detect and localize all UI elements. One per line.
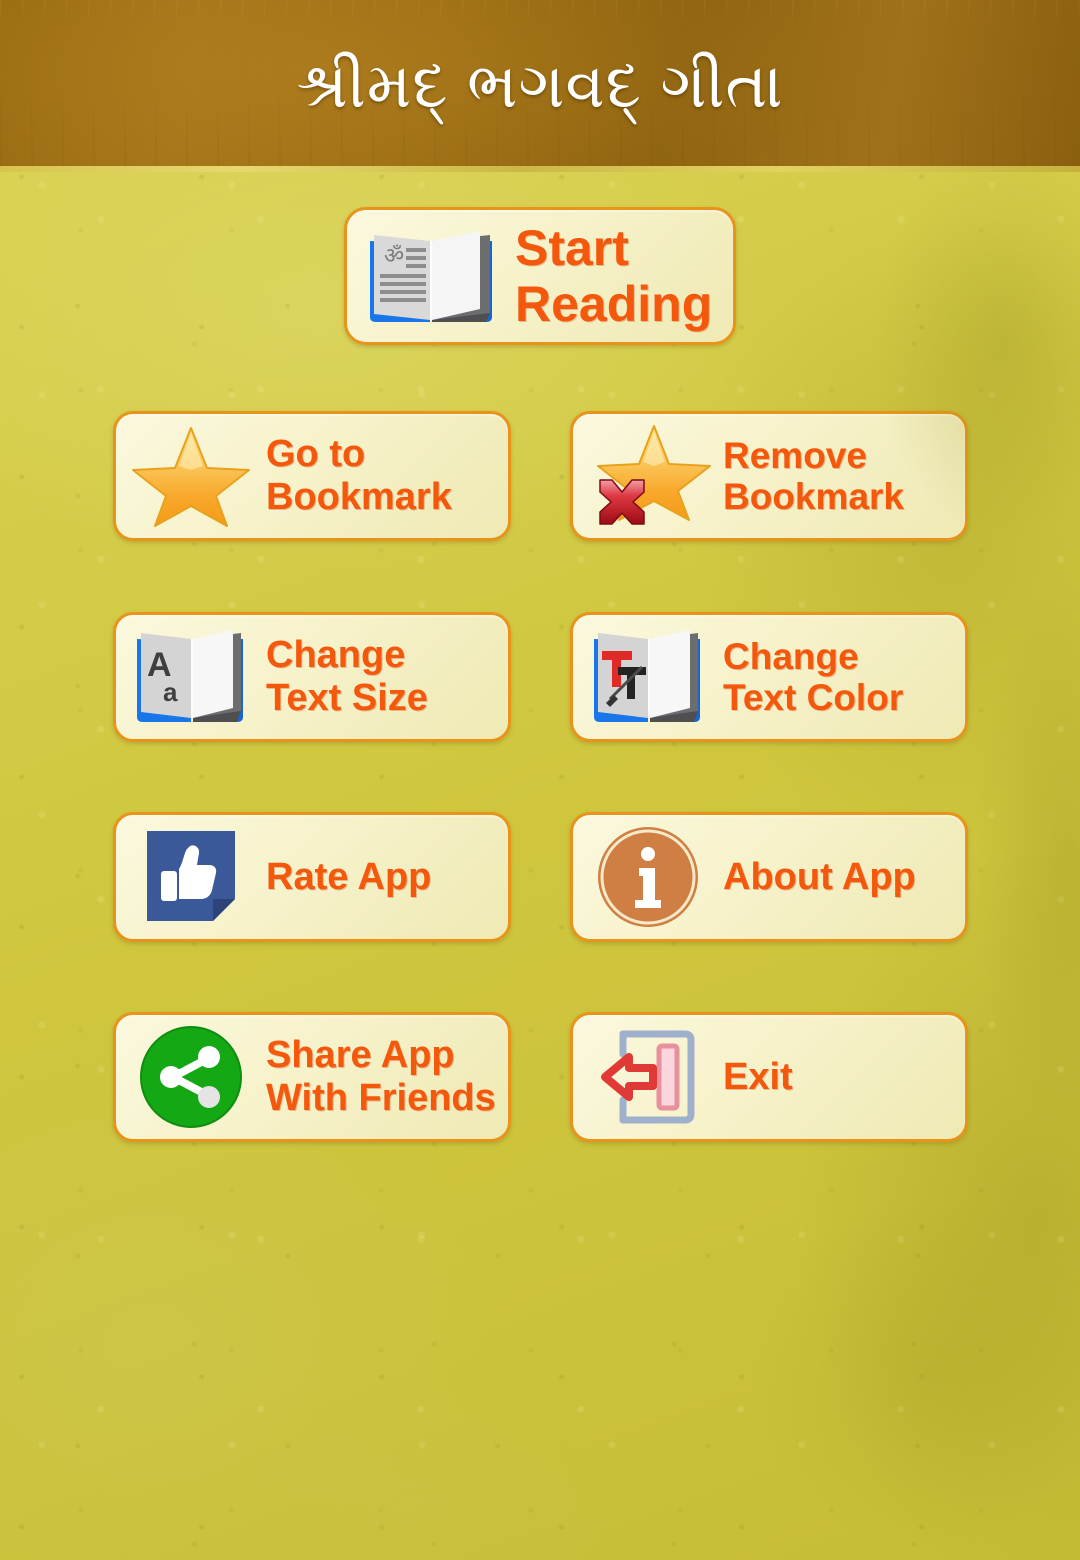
svg-text:a: a (163, 677, 178, 707)
exit-door-arrow-icon (573, 1024, 723, 1130)
page-title: શ્રીમદ્ ભગવદ્ ગીતા (296, 51, 784, 121)
start-reading-button[interactable]: ॐ Start Reading (344, 207, 736, 345)
change-text-size-label: Change Text Size (266, 634, 428, 719)
go-to-bookmark-button[interactable]: Go to Bookmark (113, 411, 511, 541)
app-header: શ્રીમદ્ ભગવદ્ ગીતા (0, 0, 1080, 172)
start-reading-label: Start Reading (515, 220, 713, 332)
rate-app-label: Rate App (266, 855, 432, 898)
change-text-color-button[interactable]: Change Text Color (570, 612, 968, 742)
about-app-label: About App (723, 855, 916, 898)
remove-bookmark-label: Remove Bookmark (723, 434, 904, 517)
exit-label: Exit (723, 1055, 793, 1098)
about-app-button[interactable]: About App (570, 812, 968, 942)
info-circle-icon (573, 822, 723, 932)
change-text-color-label: Change Text Color (723, 635, 904, 718)
svg-text:ॐ: ॐ (384, 243, 404, 268)
star-with-red-x-icon (573, 420, 723, 532)
star-icon (116, 420, 266, 532)
share-nodes-icon (116, 1023, 266, 1131)
book-font-size-icon: A a (116, 623, 266, 731)
change-text-size-button[interactable]: A a Change Text Size (113, 612, 511, 742)
remove-bookmark-button[interactable]: Remove Bookmark (570, 411, 968, 541)
open-book-om-icon: ॐ (355, 221, 507, 331)
rate-app-button[interactable]: Rate App (113, 812, 511, 942)
book-text-color-icon (573, 623, 723, 731)
exit-button[interactable]: Exit (570, 1012, 968, 1142)
share-app-button[interactable]: Share App With Friends (113, 1012, 511, 1142)
go-to-bookmark-label: Go to Bookmark (266, 433, 452, 518)
share-app-label: Share App With Friends (266, 1034, 496, 1119)
thumbs-up-icon (116, 825, 266, 929)
app-root: શ્રીમદ્ ભગવદ્ ગીતા ॐ Start Reading Go to… (0, 0, 1080, 1560)
